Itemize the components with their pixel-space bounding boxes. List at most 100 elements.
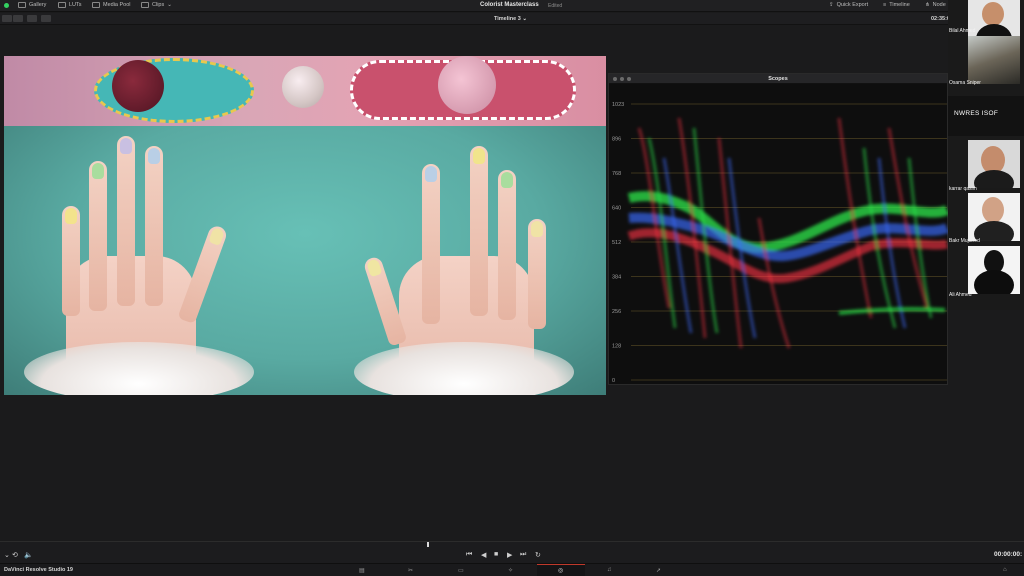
gallery-button[interactable]: Gallery: [18, 2, 46, 8]
edit-page-icon[interactable]: ▭: [458, 567, 464, 574]
participant-tile[interactable]: [968, 193, 1020, 241]
finger: [470, 146, 488, 316]
viewer-toolbar: Timeline 3 ⌄ 02:35:0: [0, 13, 1024, 25]
loop-icon[interactable]: ↻: [535, 551, 541, 559]
luts-label: LUTs: [69, 2, 82, 8]
media-pool-label: Media Pool: [103, 2, 131, 8]
video-viewer[interactable]: [4, 56, 606, 395]
single-viewer-button[interactable]: [13, 15, 23, 22]
waveform-traces: [627, 117, 949, 349]
color-page-icon[interactable]: ◎: [558, 567, 563, 574]
flower-center: [438, 56, 496, 114]
participant-name: Osama Sniper: [949, 80, 981, 86]
finger: [117, 136, 135, 306]
fur-cuff: [354, 342, 574, 395]
timeline-name: Timeline 3: [494, 15, 521, 22]
media-pool-button[interactable]: Media Pool: [92, 2, 131, 8]
nail: [531, 221, 543, 237]
timeline-button[interactable]: ≡ Timeline: [883, 2, 910, 8]
scope-scale-label: 128: [612, 344, 621, 350]
media-page-icon[interactable]: ▤: [359, 567, 365, 574]
scopes-titlebar[interactable]: Scopes: [609, 74, 947, 84]
fur-cuff: [24, 342, 254, 395]
nail: [366, 258, 383, 278]
participant-name: Bilal Ahmed: [949, 28, 976, 34]
clips-icon: [141, 2, 149, 8]
split-viewer-button[interactable]: [41, 15, 51, 22]
timeline-selector[interactable]: Timeline 3 ⌄: [494, 16, 527, 22]
scope-scale-label: 256: [612, 309, 621, 315]
quick-export-label: Quick Export: [836, 2, 869, 8]
fusion-page-icon[interactable]: ✧: [508, 567, 513, 574]
nail: [92, 163, 104, 179]
scope-scale-label: 1023: [612, 102, 624, 108]
chevron-down-icon: ⌄: [167, 2, 172, 8]
view-options-button[interactable]: [2, 15, 12, 22]
transport-bar: ⌄ ⟲ 🔈 ⏮ ◀ ■ ▶ ⏭ ↻ 00:00:00:: [0, 541, 1024, 563]
participant-name: Ali Ahmed: [949, 292, 972, 298]
scope-scale-label: 896: [612, 137, 621, 143]
clips-label: Clips: [152, 2, 165, 8]
deliver-page-icon[interactable]: ➚: [656, 567, 661, 574]
media-pool-icon: [92, 2, 100, 8]
nodes-button[interactable]: ⋔ Node: [925, 2, 946, 8]
clips-button[interactable]: Clips ⌄: [141, 2, 172, 8]
quick-export-button[interactable]: ⇪ Quick Export: [829, 2, 868, 8]
gallery-icon: [18, 2, 26, 8]
avatar-body: [974, 270, 1014, 294]
camera-feed: [968, 36, 1020, 84]
export-icon: ⇪: [829, 2, 834, 8]
finger: [422, 164, 440, 324]
participant-tile[interactable]: [968, 140, 1020, 188]
home-icon[interactable]: ⌂: [1003, 567, 1007, 573]
participant-name: Bakr Mujahed: [949, 238, 980, 244]
scope-scale-label: 0: [612, 378, 615, 384]
participant-tile[interactable]: [968, 36, 1020, 84]
nail: [473, 148, 485, 164]
scope-scale-label: 640: [612, 206, 621, 212]
playhead[interactable]: [427, 542, 429, 547]
top-toolbar: Gallery LUTs Media Pool Clips ⌄ Colorist…: [0, 0, 1024, 12]
play-reverse-icon[interactable]: ◀: [481, 551, 486, 559]
gallery-label: Gallery: [29, 2, 47, 8]
stop-icon[interactable]: ■: [494, 551, 498, 558]
scopes-window[interactable]: Scopes 1023 896 768 640 512 384 256 128 0: [608, 73, 949, 385]
avatar-body: [974, 221, 1014, 241]
scopes-title: Scopes: [768, 75, 788, 82]
nodes-icon: ⋔: [925, 2, 930, 8]
project-title: Colorist Masterclass: [480, 2, 539, 8]
finger: [145, 146, 163, 306]
finger: [62, 206, 80, 316]
nail: [120, 138, 132, 154]
avatar: [982, 197, 1004, 223]
loop-icon[interactable]: ⟲: [12, 551, 18, 559]
scope-scale-label: 768: [612, 171, 621, 177]
timeline-label: Timeline: [889, 2, 910, 8]
skip-to-end-icon[interactable]: ⏭: [520, 551, 526, 559]
play-icon[interactable]: ▶: [507, 551, 512, 559]
nail: [208, 226, 226, 246]
scope-scale-label: 384: [612, 275, 621, 281]
dual-viewer-button[interactable]: [27, 15, 37, 22]
fairlight-page-icon[interactable]: ♫: [607, 567, 612, 573]
app-brand: DaVinci Resolve Studio 19: [4, 567, 73, 573]
cut-page-icon[interactable]: ✂: [408, 567, 413, 574]
nodes-label: Node: [932, 2, 946, 8]
avatar: [982, 2, 1004, 26]
participant-tile[interactable]: [968, 246, 1020, 294]
transport-timecode: 00:00:00:: [994, 551, 1023, 558]
chevron-down-icon[interactable]: ⌄: [4, 551, 10, 559]
scope-scale-labels: 1023 896 768 640 512 384 256 128 0: [612, 102, 624, 384]
speaker-icon[interactable]: 🔈: [24, 551, 33, 559]
skip-to-start-icon[interactable]: ⏮: [466, 551, 472, 559]
luts-icon: [58, 2, 66, 8]
nail: [425, 166, 437, 182]
participant-tile[interactable]: NWRES ISOF: [948, 96, 1024, 136]
chevron-down-icon: ⌄: [522, 15, 527, 22]
timeline-icon: ≡: [883, 2, 887, 8]
video-call-participants: Bilal Ahmed Osama Sniper NWRES ISOF karr…: [948, 0, 1024, 310]
finger: [89, 161, 107, 311]
nail: [65, 208, 77, 224]
page-navigation-bar: DaVinci Resolve Studio 19 ▤ ✂ ▭ ✧ ◎ ♫ ➚ …: [0, 563, 1024, 576]
luts-button[interactable]: LUTs: [58, 2, 82, 8]
